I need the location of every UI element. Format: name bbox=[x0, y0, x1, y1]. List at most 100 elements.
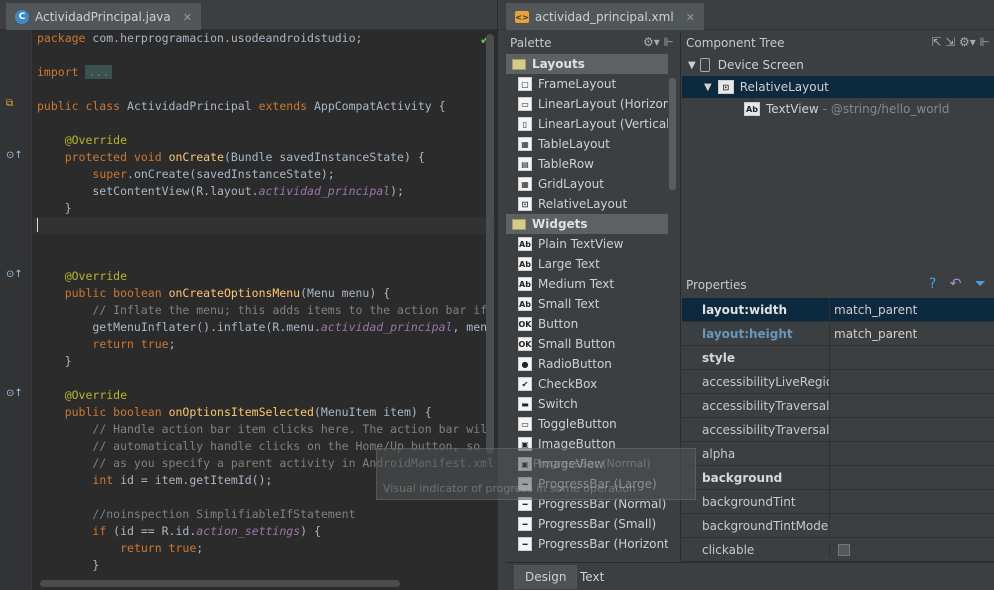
expand-arrow-icon[interactable]: ▼ bbox=[704, 82, 712, 93]
palette-item[interactable]: ━ ProgressBar (Small) bbox=[506, 514, 668, 534]
property-value[interactable] bbox=[830, 490, 994, 513]
code-line[interactable]: } bbox=[33, 200, 495, 217]
tab-actividad-principal-java[interactable]: C ActividadPrincipal.java ✕ bbox=[6, 3, 201, 30]
undo-icon[interactable]: ↶ bbox=[950, 276, 962, 292]
property-row[interactable]: accessibilityTraversalAfter bbox=[682, 394, 994, 418]
property-row[interactable]: accessibilityLiveRegion bbox=[682, 370, 994, 394]
code-line[interactable]: public boolean onCreateOptionsMenu(Menu … bbox=[33, 285, 495, 302]
property-value[interactable] bbox=[830, 370, 994, 393]
code-line[interactable] bbox=[33, 370, 495, 387]
tab-design[interactable]: Design bbox=[514, 565, 578, 589]
tree-item-relative-layout[interactable]: ▼ ⊡ RelativeLayout bbox=[682, 76, 994, 98]
code-line[interactable]: //noinspection SimplifiableIfStatement bbox=[33, 506, 495, 523]
palette-item[interactable]: ● RadioButton bbox=[506, 354, 668, 374]
tree-toolbar-icons[interactable]: ⇱ ⇲ ⚙▾ ⊩ bbox=[931, 35, 990, 49]
property-row[interactable]: background bbox=[682, 466, 994, 490]
palette-item[interactable]: ▯ LinearLayout (Vertical) bbox=[506, 114, 668, 134]
property-row[interactable]: backgroundTint bbox=[682, 490, 994, 514]
code-line[interactable]: if (id == R.id.action_settings) { bbox=[33, 523, 495, 540]
code-token: public boolean bbox=[64, 405, 169, 419]
close-tab-icon[interactable]: ✕ bbox=[183, 11, 192, 24]
tab-text[interactable]: Text bbox=[570, 565, 614, 589]
code-line[interactable]: import ... bbox=[33, 64, 495, 81]
override-marker-icon[interactable]: ⊙↑ bbox=[6, 388, 23, 400]
palette-item[interactable]: ✔ CheckBox bbox=[506, 374, 668, 394]
property-row[interactable]: layout:width match_parent bbox=[682, 298, 994, 322]
tab-actividad-principal-xml[interactable]: <> actividad_principal.xml ✕ bbox=[506, 3, 704, 30]
tree-item-textview[interactable]: Ab TextView - @string/hello_world bbox=[682, 98, 994, 120]
palette-item[interactable]: ▤ TableRow bbox=[506, 154, 668, 174]
property-name: alpha bbox=[682, 442, 830, 465]
widget-icon: ━ bbox=[518, 537, 532, 551]
palette-item[interactable]: Ab Large Text bbox=[506, 254, 668, 274]
code-line[interactable]: @Override bbox=[33, 268, 495, 285]
property-row[interactable]: accessibilityTraversalBefore bbox=[682, 418, 994, 442]
code-line[interactable] bbox=[33, 115, 495, 132]
code-line[interactable]: public boolean onOptionsItemSelected(Men… bbox=[33, 404, 495, 421]
code-line[interactable] bbox=[33, 81, 495, 98]
help-icon[interactable]: ? bbox=[929, 276, 936, 292]
property-value[interactable] bbox=[830, 514, 994, 537]
property-value[interactable] bbox=[830, 418, 994, 441]
palette-item[interactable]: ▦ GridLayout bbox=[506, 174, 668, 194]
code-line[interactable]: // Inflate the menu; this adds items to … bbox=[33, 302, 495, 319]
editor-vertical-scrollbar[interactable] bbox=[486, 34, 494, 454]
property-value[interactable] bbox=[830, 346, 994, 369]
palette-item[interactable]: ▢ FrameLayout bbox=[506, 74, 668, 94]
code-line[interactable]: return true; bbox=[33, 540, 495, 557]
code-line[interactable] bbox=[33, 234, 495, 251]
palette-item[interactable]: Ab Medium Text bbox=[506, 274, 668, 294]
palette-item[interactable]: ▭ ToggleButton bbox=[506, 414, 668, 434]
palette-item[interactable]: Ab Small Text bbox=[506, 294, 668, 314]
property-name: accessibilityLiveRegion bbox=[682, 370, 830, 393]
palette-settings-icon[interactable]: ⚙▾ ⊩ bbox=[643, 35, 674, 49]
code-line[interactable]: super.onCreate(savedInstanceState); bbox=[33, 166, 495, 183]
code-line[interactable]: } bbox=[33, 353, 495, 370]
editor-horizontal-scrollbar[interactable] bbox=[40, 580, 400, 587]
property-row[interactable]: backgroundTintMode bbox=[682, 514, 994, 538]
palette-item[interactable]: ⊡ RelativeLayout bbox=[506, 194, 668, 214]
code-line[interactable]: getMenuInflater().inflate(R.menu.activid… bbox=[33, 319, 495, 336]
palette-item[interactable]: ▦ TableLayout bbox=[506, 134, 668, 154]
filter-icon[interactable]: ⏷ bbox=[975, 276, 986, 292]
code-line[interactable] bbox=[33, 251, 495, 268]
property-value[interactable]: match_parent bbox=[830, 322, 994, 345]
palette-category-widgets[interactable]: Widgets bbox=[506, 214, 668, 234]
close-tab-icon[interactable]: ✕ bbox=[686, 11, 695, 24]
palette-item[interactable]: ▬ Switch bbox=[506, 394, 668, 414]
code-line[interactable]: setContentView(R.layout.actividad_princi… bbox=[33, 183, 495, 200]
palette-scrollbar[interactable] bbox=[669, 78, 676, 190]
expand-arrow-icon[interactable]: ▼ bbox=[688, 60, 696, 71]
tree-item-device-screen[interactable]: ▼ Device Screen bbox=[682, 54, 994, 76]
override-marker-icon[interactable]: ⊙↑ bbox=[6, 269, 23, 281]
property-row[interactable]: clickable bbox=[682, 538, 994, 562]
property-row[interactable]: style bbox=[682, 346, 994, 370]
property-value[interactable] bbox=[830, 442, 994, 465]
code-line[interactable]: package com.herprogramacion.usodeandroid… bbox=[33, 30, 495, 47]
code-line[interactable] bbox=[33, 47, 495, 64]
code-line[interactable]: ​ bbox=[33, 217, 495, 234]
override-marker-icon[interactable]: ⊙↑ bbox=[6, 150, 23, 162]
property-value[interactable]: match_parent bbox=[830, 298, 994, 321]
code-line[interactable]: protected void onCreate(Bundle savedInst… bbox=[33, 149, 495, 166]
palette-category-layouts[interactable]: Layouts bbox=[506, 54, 668, 74]
property-row[interactable]: alpha bbox=[682, 442, 994, 466]
code-area[interactable]: package com.herprogramacion.usodeandroid… bbox=[33, 30, 495, 590]
property-value[interactable] bbox=[830, 394, 994, 417]
clickable-checkbox[interactable] bbox=[838, 543, 850, 556]
code-line[interactable]: @Override bbox=[33, 132, 495, 149]
palette-item[interactable]: OK Small Button bbox=[506, 334, 668, 354]
palette-item[interactable]: ━ ProgressBar (Horizontal) bbox=[506, 534, 668, 554]
code-line[interactable]: public class ActividadPrincipal extends … bbox=[33, 98, 495, 115]
code-line[interactable]: // Handle action bar item clicks here. T… bbox=[33, 421, 495, 438]
palette-item[interactable]: Ab Plain TextView bbox=[506, 234, 668, 254]
palette-item[interactable]: ▭ LinearLayout (Horizontal) bbox=[506, 94, 668, 114]
code-line[interactable]: } bbox=[33, 557, 495, 574]
palette-item[interactable]: OK Button bbox=[506, 314, 668, 334]
code-line[interactable]: @Override bbox=[33, 387, 495, 404]
property-row[interactable]: layout:height match_parent bbox=[682, 322, 994, 346]
code-line[interactable]: return true; bbox=[33, 336, 495, 353]
property-value[interactable] bbox=[830, 466, 994, 489]
code-token: } bbox=[37, 558, 100, 572]
